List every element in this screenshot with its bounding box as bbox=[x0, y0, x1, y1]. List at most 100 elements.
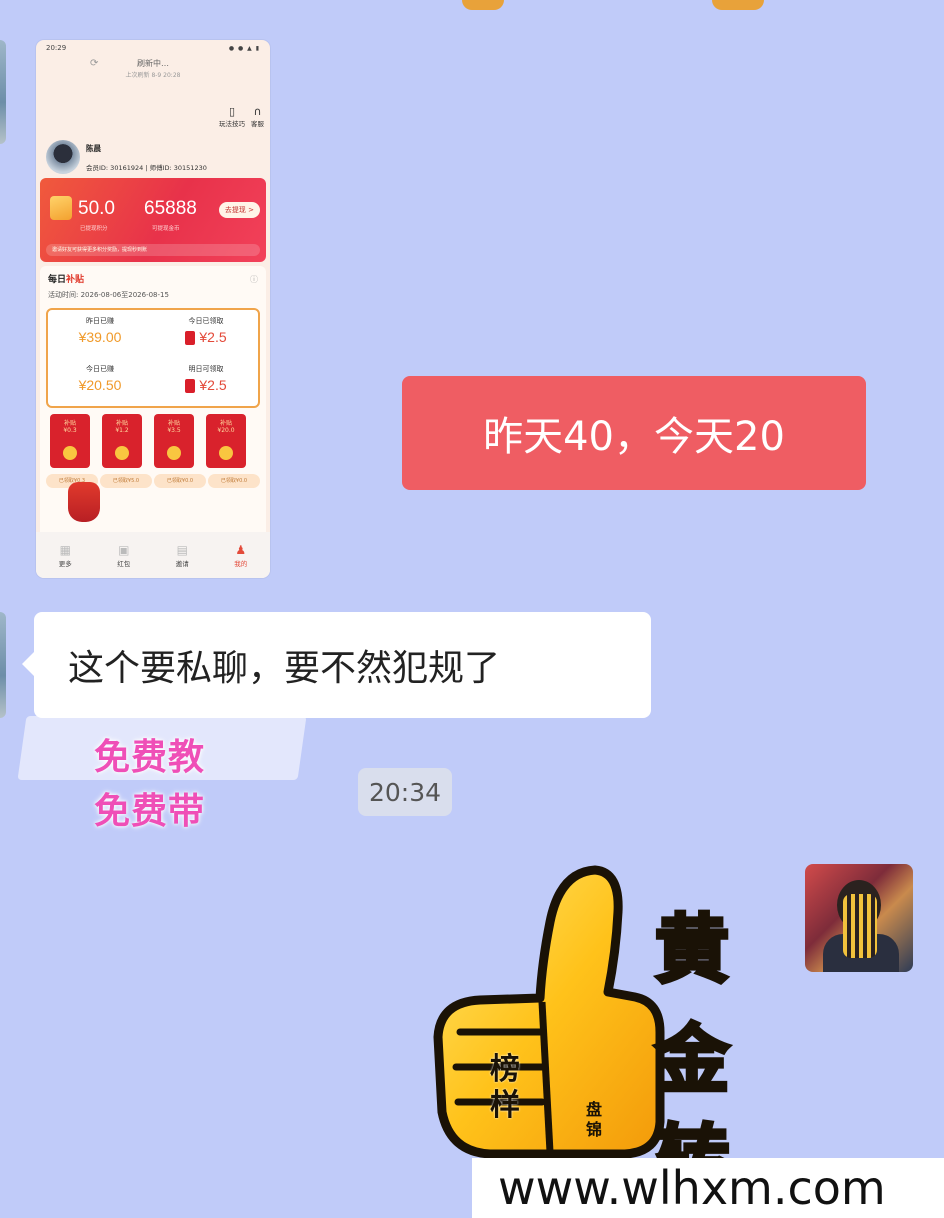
cell-label: 今日已领取 bbox=[188, 317, 224, 325]
message-timestamp: 20:34 bbox=[358, 768, 452, 816]
image-message-screenshot[interactable]: 20:29 ● ● ▲ ▮ ⟳ 刷新中… 上次刷新 8-9 20:28 ▯ 玩法… bbox=[36, 40, 270, 578]
pack-status: 已领取¥5.0 bbox=[100, 474, 152, 488]
daily-title: 每日补贴 bbox=[48, 272, 84, 285]
banner-sub-2: 可提现金币 bbox=[152, 226, 180, 232]
subsidy-pack[interactable]: 补贴 ¥3.5 bbox=[154, 414, 194, 468]
daily-title-b: 补贴 bbox=[66, 275, 85, 285]
banner-sub-1: 已提现积分 bbox=[80, 226, 108, 232]
earnings-cell: 昨日已赚 ¥39.00 bbox=[48, 310, 152, 358]
pack-label: 补贴 bbox=[167, 420, 180, 427]
pack-value: ¥20.0 bbox=[217, 427, 235, 434]
cell-value: ¥20.50 bbox=[78, 377, 122, 393]
banner-value-2: 65888 bbox=[144, 198, 197, 219]
earnings-cell: 今日已赚 ¥20.50 bbox=[48, 358, 152, 406]
bottom-tab-bar: ▦ 更多 ▣ 红包 ▤ 邀请 ♟ 我的 bbox=[36, 532, 270, 578]
pack-status: 已领取¥0.0 bbox=[208, 474, 260, 488]
profile-icon: ♟ bbox=[235, 543, 247, 557]
banner-tip: 邀请好友可获得更多积分奖励，提现秒到账 bbox=[46, 244, 260, 256]
cell-value: ¥2.5 bbox=[199, 377, 227, 393]
subsidy-pack[interactable]: 补贴 ¥0.3 bbox=[50, 414, 90, 468]
earnings-cell: 今日已领取 ¥2.5 bbox=[154, 310, 258, 358]
coin-icon bbox=[167, 446, 181, 460]
avatar bbox=[46, 140, 80, 174]
earnings-grid: 昨日已赚 ¥39.00 今日已领取 ¥2.5 今日已赚 ¥20.50 明日可领取… bbox=[46, 308, 260, 408]
sender-avatar-partial[interactable] bbox=[0, 612, 6, 718]
coin-icon bbox=[63, 446, 77, 460]
cell-value: ¥39.00 bbox=[78, 329, 122, 345]
pack-label: 补贴 bbox=[63, 420, 76, 427]
pack-value: ¥0.3 bbox=[63, 427, 77, 434]
redpacket-icon bbox=[185, 331, 196, 346]
sticker-text-line-2: 免费带 bbox=[94, 791, 206, 832]
banner-value-1: 50.0 bbox=[78, 198, 115, 219]
tab-label: 更多 bbox=[58, 560, 72, 568]
grid-icon: ▦ bbox=[59, 543, 71, 557]
sticker-text-line-1: 免费教 bbox=[94, 737, 206, 778]
status-icons: ● ● ▲ ▮ bbox=[228, 44, 260, 52]
refresh-icon: ⟳ bbox=[90, 58, 99, 69]
tool-links: ▯ 玩法技巧 ∩ 客服 bbox=[219, 105, 264, 129]
tab-label: 邀请 bbox=[175, 560, 189, 568]
status-time: 20:29 bbox=[46, 44, 67, 52]
daily-subsidy-card: 每日补贴 ⓘ 活动时间: 2026-08-06至2026-08-15 昨日已赚 … bbox=[40, 266, 266, 572]
sticker-tiny-chars: 盘 锦 bbox=[586, 1100, 602, 1140]
cell-value: ¥2.5 bbox=[199, 329, 227, 345]
refresh-sub: 上次刷新 8-9 20:28 bbox=[125, 72, 181, 79]
sender-avatar-partial[interactable] bbox=[0, 40, 6, 144]
headset-icon: ∩ bbox=[253, 105, 262, 118]
subsidy-pack[interactable]: 补贴 ¥1.2 bbox=[102, 414, 142, 468]
cell-label: 昨日已赚 bbox=[86, 317, 114, 325]
sticker-char: 盘 bbox=[586, 1100, 603, 1119]
refresh-indicator: ⟳ 刷新中… bbox=[36, 58, 270, 69]
subsidy-pack[interactable]: 补贴 ¥20.0 bbox=[206, 414, 246, 468]
tab-more[interactable]: ▦ 更多 bbox=[59, 542, 72, 568]
tab-label: 我的 bbox=[234, 560, 248, 568]
pack-status: 已领取¥0.0 bbox=[154, 474, 206, 488]
help-icon[interactable]: ⓘ bbox=[250, 274, 258, 285]
pack-value: ¥3.5 bbox=[167, 427, 181, 434]
tool-service-label: 客服 bbox=[251, 120, 264, 128]
tab-invite[interactable]: ▤ 邀请 bbox=[176, 542, 189, 568]
status-bar: 20:29 ● ● ▲ ▮ bbox=[36, 40, 270, 56]
tab-label: 红包 bbox=[117, 560, 131, 568]
daily-date: 活动时间: 2026-08-06至2026-08-15 bbox=[48, 291, 169, 299]
user-profile: 陈晨 会员ID: 30161924 | 师傅ID: 30151230 bbox=[46, 140, 207, 174]
tool-tips-label: 玩法技巧 bbox=[219, 120, 245, 128]
user-name: 陈晨 bbox=[86, 143, 101, 153]
withdraw-button[interactable]: 去提现 > bbox=[218, 202, 260, 218]
sticker-gold-char: 金 bbox=[653, 1015, 731, 1105]
invite-icon: ▤ bbox=[176, 543, 188, 557]
coin-icon bbox=[219, 446, 233, 460]
cell-label: 明日可领取 bbox=[188, 365, 224, 373]
redpacket-icon bbox=[185, 379, 196, 394]
money-bag-icon bbox=[68, 482, 100, 522]
balance-banner: 50.0 65888 已提现积分 可提现金币 去提现 > 邀请好友可获得更多积分… bbox=[40, 178, 266, 262]
subsidy-packs: 补贴 ¥0.3 补贴 ¥1.2 补贴 ¥3.5 补贴 ¥20.0 bbox=[50, 414, 246, 468]
phone-icon: ▯ bbox=[228, 105, 236, 118]
sticker-char: 样 bbox=[490, 1088, 520, 1123]
tab-mine[interactable]: ♟ 我的 bbox=[234, 542, 247, 568]
sticker-char: 榜 bbox=[490, 1052, 520, 1087]
pack-label: 补贴 bbox=[219, 420, 232, 427]
self-avatar[interactable] bbox=[805, 864, 913, 972]
outgoing-message-bubble[interactable]: 昨天40，今天20 bbox=[402, 376, 866, 490]
tool-service[interactable]: ∩ 客服 bbox=[251, 105, 264, 129]
gift-icon bbox=[50, 196, 72, 220]
pack-label: 补贴 bbox=[115, 420, 128, 427]
coin-icon bbox=[115, 446, 129, 460]
redpacket-icon: ▣ bbox=[118, 543, 130, 557]
incoming-message-bubble[interactable]: 这个要私聊，要不然犯规了 bbox=[22, 612, 651, 718]
daily-title-a: 每日 bbox=[48, 275, 67, 285]
sticker-char: 锦 bbox=[586, 1120, 603, 1139]
watermark: www.wlhxm.com bbox=[472, 1158, 944, 1218]
tab-redpacket[interactable]: ▣ 红包 bbox=[117, 542, 130, 568]
refresh-label: 刷新中… bbox=[137, 59, 169, 68]
sticker-fragment-top-left bbox=[462, 0, 504, 10]
cell-label: 今日已赚 bbox=[86, 365, 114, 373]
incoming-message-text: 这个要私聊，要不然犯规了 bbox=[68, 648, 501, 689]
sticker-small-chars: 榜 样 bbox=[490, 1052, 520, 1124]
user-ids: 会员ID: 30161924 | 师傅ID: 30151230 bbox=[86, 163, 207, 172]
sticker-fragment-top-right bbox=[712, 0, 764, 10]
tool-tips[interactable]: ▯ 玩法技巧 bbox=[219, 105, 245, 129]
pack-value: ¥1.2 bbox=[115, 427, 129, 434]
